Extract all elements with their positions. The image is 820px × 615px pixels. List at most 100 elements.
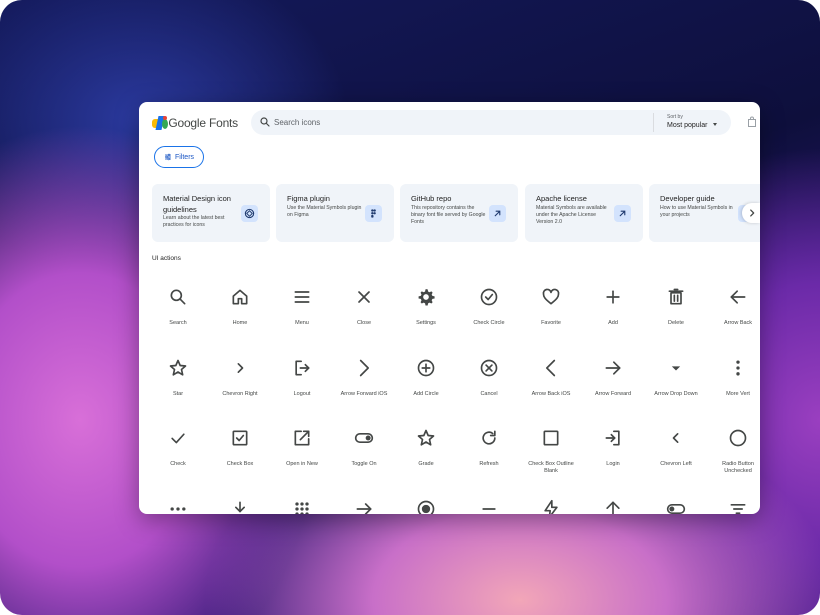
icon-tile-more-horiz[interactable] <box>147 482 209 514</box>
icon-tile-logout[interactable]: Logout <box>271 341 333 401</box>
icon-label: Check Box Outline Blank <box>528 461 574 474</box>
arrow-forward-ios-icon <box>359 359 369 377</box>
icon-tile-cancel[interactable]: Cancel <box>458 341 520 401</box>
icon-tile-check-box[interactable]: Check Box <box>209 411 271 471</box>
card-apache-license[interactable]: Apache license Material Symbols are avai… <box>525 184 643 242</box>
login-icon <box>605 430 620 446</box>
logo-text: Google Fonts <box>168 116 238 130</box>
arrow-outward-icon <box>494 210 501 217</box>
icon-tile-east[interactable] <box>333 482 395 514</box>
icon-tile-login[interactable]: Login <box>582 411 644 471</box>
icon-label: Cancel <box>480 391 498 397</box>
arrow-forward-icon <box>605 361 621 375</box>
icon-label: Home <box>232 320 248 326</box>
arrow-outward-icon <box>619 210 626 217</box>
icon-tile-remove[interactable] <box>458 482 520 514</box>
icon-tile-arrow-forward-ios[interactable]: Arrow Forward iOS <box>333 341 395 401</box>
icon-tile-menu[interactable]: Menu <box>271 270 333 330</box>
icon-tile-delete[interactable]: Delete <box>645 270 707 330</box>
icon-tile-more-vert[interactable]: More Vert <box>707 341 760 401</box>
icon-label: Star <box>172 391 184 397</box>
icon-tile-arrow-forward[interactable]: Arrow Forward <box>582 341 644 401</box>
icon-label: Add Circle <box>413 391 439 397</box>
icon-label: Arrow Back iOS <box>531 391 571 397</box>
icon-tile-refresh[interactable]: Refresh <box>458 411 520 471</box>
icon-tile-arrow-upward[interactable] <box>582 482 644 514</box>
icon-tile-chevron-right[interactable]: Chevron Right <box>209 341 271 401</box>
card-title: Material Design icon guidelines <box>163 194 231 214</box>
check-icon <box>171 433 185 444</box>
add-icon <box>606 290 620 304</box>
icon-tile-arrow-drop-down[interactable]: Arrow Drop Down <box>645 341 707 401</box>
icon-tile-radio-button-unchecked[interactable]: Radio Button Unchecked <box>707 411 760 474</box>
icon-tile-star[interactable]: Star <box>147 341 209 401</box>
icon-tile-add-circle[interactable]: Add Circle <box>395 341 457 401</box>
remove-icon <box>482 508 496 510</box>
card-title: GitHub repo <box>411 194 452 203</box>
icon-label: Delete <box>668 320 684 326</box>
filter-list-icon <box>730 504 746 514</box>
tune-icon <box>164 153 171 161</box>
icon-label: Toggle On <box>351 461 377 467</box>
figma-icon <box>371 209 376 218</box>
more-vert-icon <box>736 360 740 376</box>
filters-button[interactable]: Filters <box>154 146 204 168</box>
card-description: Material Symbols are available under the… <box>536 205 607 225</box>
icon-tile-apps[interactable] <box>271 482 333 514</box>
resource-cards: Material Design icon guidelines Learn ab… <box>152 184 760 242</box>
icon-label: More Vert <box>726 391 750 397</box>
google-fonts-logo[interactable]: Google Fonts <box>152 115 238 131</box>
chevron-right-icon <box>750 209 755 217</box>
icon-tile-filter-list[interactable] <box>707 482 760 514</box>
filters-label: Filters <box>174 153 195 161</box>
cards-next-button[interactable] <box>742 203 760 223</box>
sort-dropdown[interactable]: Sort by Most popular <box>667 114 729 132</box>
arrow-drop-down-icon <box>671 366 681 371</box>
card-material-guidelines[interactable]: Material Design icon guidelines Learn ab… <box>152 184 270 242</box>
icon-tile-check[interactable]: Check <box>147 411 209 471</box>
logout-icon <box>295 360 310 376</box>
icon-tile-home[interactable]: Home <box>209 270 271 330</box>
card-badge <box>241 205 258 222</box>
icon-label: Arrow Forward <box>594 391 632 397</box>
icon-tile-toggle-off[interactable] <box>645 482 707 514</box>
card-description: How to use Material Symbols in your proj… <box>660 205 733 218</box>
settings-icon <box>418 289 435 306</box>
chevron-down-icon <box>713 123 717 126</box>
icon-tile-grade[interactable]: Grade <box>395 411 457 471</box>
card-github-repo[interactable]: GitHub repo This repository contains the… <box>400 184 518 242</box>
icon-tile-toggle-on[interactable]: Toggle On <box>333 411 395 471</box>
icon-label: Chevron Right <box>222 391 258 397</box>
icon-label: Menu <box>295 320 309 326</box>
delete-icon <box>668 288 684 305</box>
icon-tile-add[interactable]: Add <box>582 270 644 330</box>
icon-tile-favorite[interactable]: Favorite <box>520 270 582 330</box>
icon-tile-settings[interactable]: Settings <box>395 270 457 330</box>
browser-window: Google Fonts Sort by Most popular <box>139 102 760 514</box>
icon-tile-radio-button-checked[interactable] <box>395 482 457 514</box>
icon-tile-search[interactable]: Search <box>147 270 209 330</box>
icon-tile-download[interactable] <box>209 482 271 514</box>
icon-label: Login <box>606 461 620 467</box>
search-input[interactable] <box>274 114 644 131</box>
icon-tile-check-box-outline-blank[interactable]: Check Box Outline Blank <box>520 411 582 474</box>
icon-tile-open-in-new[interactable]: Open in New <box>271 411 333 471</box>
menu-icon <box>294 291 310 303</box>
check-circle-icon <box>480 288 498 306</box>
icon-tile-close[interactable]: Close <box>333 270 395 330</box>
card-title: Developer guide <box>660 194 715 203</box>
icon-tile-chevron-left[interactable]: Chevron Left <box>645 411 707 471</box>
card-title: Figma plugin <box>287 194 330 203</box>
card-title: Apache license <box>536 194 587 203</box>
card-figma-plugin[interactable]: Figma plugin Use the Material Symbols pl… <box>276 184 394 242</box>
icon-tile-bolt[interactable] <box>520 482 582 514</box>
icon-tile-arrow-back-ios[interactable]: Arrow Back iOS <box>520 341 582 401</box>
shopping-bag-icon[interactable] <box>747 116 757 128</box>
icon-tile-check-circle[interactable]: Check Circle <box>458 270 520 330</box>
icon-tile-arrow-back[interactable]: Arrow Back <box>707 270 760 330</box>
radio-button-checked-icon <box>417 500 435 514</box>
apps-icon <box>295 502 309 514</box>
card-description: This repository contains the binary font… <box>411 205 486 225</box>
card-badge <box>365 205 382 222</box>
toggle-on-icon <box>354 433 374 443</box>
